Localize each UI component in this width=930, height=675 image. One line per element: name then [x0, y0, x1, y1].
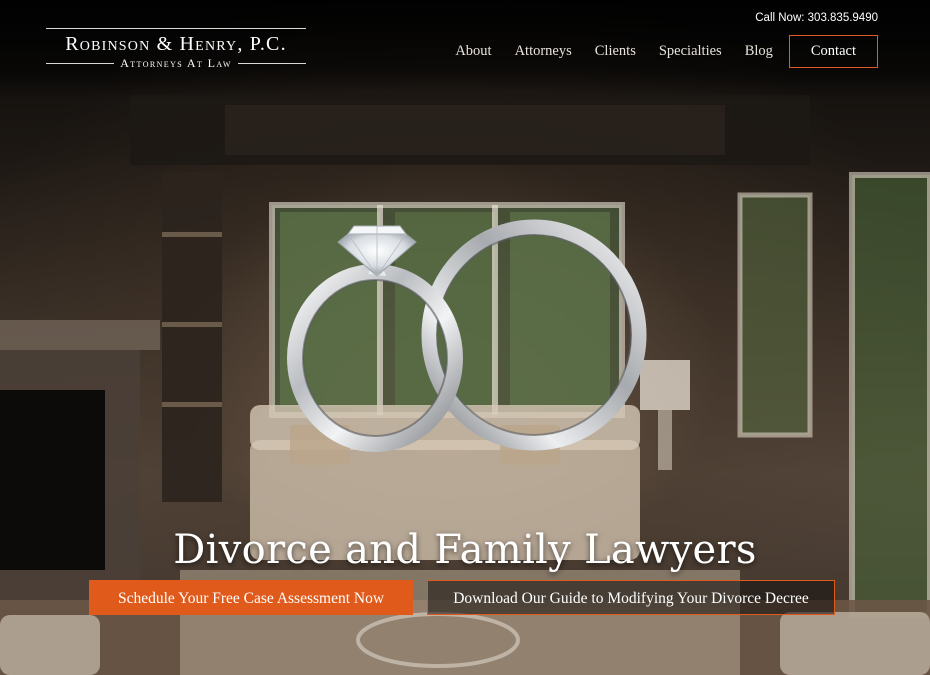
logo-rule-right	[237, 62, 307, 64]
schedule-assessment-button[interactable]: Schedule Your Free Case Assessment Now	[89, 580, 413, 615]
nav-item-attorneys[interactable]: Attorneys	[515, 43, 572, 60]
contact-button[interactable]: Contact	[788, 35, 878, 68]
wedding-rings-image	[287, 219, 647, 452]
hero-headline: Divorce and Family Lawyers	[173, 526, 757, 573]
nav-item-about[interactable]: About	[455, 43, 491, 60]
nav-item-blog[interactable]: Blog	[745, 43, 773, 60]
hero-cta-group: Schedule Your Free Case Assessment Now D…	[89, 580, 835, 615]
main-nav: About Attorneys Clients Specialties Blog…	[432, 35, 878, 68]
call-now-phone[interactable]: Call Now: 303.835.9490	[755, 12, 878, 24]
nav-item-specialties[interactable]: Specialties	[659, 43, 722, 60]
logo-firm-name: Robinson & Henry, P.C.	[65, 33, 287, 55]
firm-logo[interactable]: Robinson & Henry, P.C. Attorneys At Law	[46, 28, 307, 70]
logo-rule-left	[46, 62, 115, 64]
logo-tagline: Attorneys At Law	[120, 56, 232, 70]
logo-tagline-row: Attorneys At Law	[46, 56, 307, 70]
hero-section: Robinson & Henry, P.C. Attorneys At Law …	[0, 0, 930, 675]
download-guide-button[interactable]: Download Our Guide to Modifying Your Div…	[427, 580, 835, 615]
nav-item-clients[interactable]: Clients	[595, 43, 636, 60]
